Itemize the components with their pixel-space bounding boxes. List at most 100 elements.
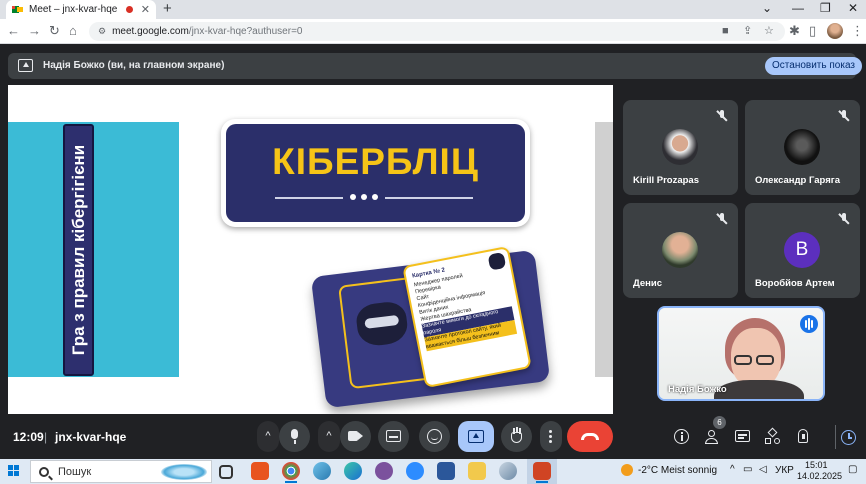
file-explorer-icon[interactable]	[468, 462, 486, 480]
glasses-left	[734, 355, 752, 365]
new-tab-button[interactable]: +	[163, 1, 172, 17]
participant-avatar-photo	[784, 129, 820, 165]
self-view-name: Надія Божко	[668, 384, 727, 395]
mic-muted-icon	[715, 109, 729, 123]
activities-icon[interactable]	[764, 427, 782, 446]
profile-avatar[interactable]	[827, 23, 843, 39]
leave-call-button[interactable]	[567, 421, 613, 452]
presenting-label: Надія Божко (ви, на главном экране)	[43, 60, 225, 71]
present-now-button[interactable]	[458, 421, 494, 452]
viber-taskbar-icon[interactable]	[375, 462, 393, 480]
restore-button[interactable]: ❐	[820, 0, 831, 19]
participant-name: Воробйов Артем	[755, 278, 835, 289]
tab-search-chevron-icon[interactable]: ⌄	[762, 0, 772, 19]
taskbar-time[interactable]: 15:01	[805, 460, 828, 470]
self-view-body	[714, 380, 804, 399]
edge-taskbar-icon[interactable]	[344, 462, 362, 480]
bottom-bar-divider	[835, 425, 836, 449]
camera-in-use-icon[interactable]: ■	[722, 22, 729, 41]
participant-tile[interactable]: Kirill Prozapas	[623, 100, 738, 195]
network-icon[interactable]: ▭	[743, 464, 752, 475]
camera-button[interactable]	[340, 421, 371, 452]
word-taskbar-icon[interactable]	[437, 462, 455, 480]
participant-name: Олександр Гаряга	[755, 175, 840, 186]
emoji-reactions-button[interactable]	[419, 421, 450, 452]
participant-name: Kirill Prozapas	[633, 175, 699, 186]
captions-button[interactable]	[378, 421, 409, 452]
self-view-tile[interactable]: Надія Божко	[657, 306, 825, 401]
notifications-icon[interactable]: ▢	[848, 464, 857, 475]
mic-muted-icon	[837, 109, 851, 123]
url-path: /jnx-kvar-hqe?authuser=0	[188, 26, 303, 37]
present-screen-icon	[18, 59, 33, 72]
meeting-clock: 12:09	[13, 430, 44, 444]
chrome-taskbar-icon[interactable]	[282, 462, 300, 483]
browser-tab-meet[interactable]: Meet – jnx-kvar-hqe ✕	[6, 0, 156, 19]
slide-vertical-title: Гра з правил кібергігієни	[69, 144, 88, 356]
participant-avatar-photo	[662, 232, 698, 268]
participant-tile[interactable]: В Воробйов Артем	[745, 203, 860, 298]
task-view-icon[interactable]	[219, 465, 233, 479]
title-dot	[350, 194, 356, 200]
people-icon[interactable]	[703, 428, 721, 446]
raise-hand-button[interactable]	[501, 421, 532, 452]
windows-start-icon[interactable]	[8, 465, 20, 477]
participant-tile[interactable]: Денис	[623, 203, 738, 298]
shared-screen-slide: Гра з правил кібергігієни КІБЕРБЛІЦ Карт…	[8, 85, 613, 414]
powerpoint-taskbar-icon[interactable]	[533, 462, 551, 483]
tab-title: Meet – jnx-kvar-hqe	[29, 4, 118, 15]
minimize-button[interactable]: —	[792, 0, 804, 19]
weather-text[interactable]: -2°C Meist sonnig	[638, 465, 717, 476]
windows-taskbar: Пошук -2°C Meist sonnig ^ ▭ ◁ УКР 15:01 …	[0, 459, 866, 484]
app-taskbar-icon[interactable]	[313, 462, 331, 480]
search-highlight-image	[161, 464, 207, 480]
chat-icon[interactable]	[734, 428, 752, 446]
browser-menu-icon[interactable]: ⋮	[851, 23, 864, 39]
tray-overflow-icon[interactable]: ^	[730, 464, 735, 475]
browser-tab-strip: Meet – jnx-kvar-hqe ✕ + ⌄ — ❐ ✕	[0, 0, 866, 19]
forward-icon[interactable]: →	[28, 23, 41, 39]
speaking-indicator-icon	[800, 315, 818, 333]
timer-icon[interactable]	[840, 428, 858, 446]
home-icon[interactable]: ⌂	[69, 23, 77, 39]
mic-muted-icon	[715, 212, 729, 226]
title-divider-right	[385, 197, 473, 199]
meeting-details-icon[interactable]	[673, 428, 691, 446]
reload-icon[interactable]: ↻	[49, 23, 60, 39]
microphone-button[interactable]	[279, 421, 310, 452]
participant-avatar-letter: В	[784, 232, 820, 268]
participant-tile[interactable]: Олександр Гаряга	[745, 100, 860, 195]
game-card-front: Картка № 2 Менеджер паролей Перевірка Сайт…	[402, 245, 532, 389]
taskbar-date[interactable]: 14.02.2025	[797, 471, 842, 481]
host-controls-icon[interactable]	[795, 428, 813, 446]
keyboard-language[interactable]: УКР	[775, 465, 794, 476]
volume-icon[interactable]: ◁	[759, 464, 767, 475]
share-page-icon[interactable]: ⇪	[743, 22, 752, 41]
slide-right-edge	[595, 122, 613, 377]
taskbar-search-box[interactable]: Пошук	[30, 460, 212, 483]
app-taskbar-icon[interactable]	[499, 462, 517, 480]
search-icon	[39, 466, 49, 477]
bookmark-star-icon[interactable]: ☆	[764, 22, 774, 41]
wps-office-icon[interactable]	[251, 462, 269, 480]
card-question-list: Менеджер паролей Перевірка Сайт Конфіденцій…	[413, 265, 518, 352]
back-icon[interactable]: ←	[7, 23, 20, 39]
title-dot	[361, 194, 367, 200]
video-options-chevron-icon[interactable]: ^	[318, 421, 340, 452]
more-options-button[interactable]	[540, 421, 562, 452]
weather-sun-icon	[621, 464, 633, 476]
clock-separator: |	[44, 430, 48, 444]
address-bar[interactable]: ⚙ meet.google.com /jnx-kvar-hqe?authuser…	[89, 22, 785, 41]
tab-close-icon[interactable]: ✕	[141, 3, 150, 16]
zoom-taskbar-icon[interactable]	[406, 462, 424, 480]
extensions-puzzle-icon[interactable]: ✱	[789, 23, 800, 39]
participant-name: Денис	[633, 278, 663, 289]
side-panel-icon[interactable]: ▯	[809, 23, 816, 39]
slide-main-title: КІБЕРБЛІЦ	[272, 141, 479, 182]
audio-options-chevron-icon[interactable]: ^	[257, 421, 279, 452]
presenting-banner: Надія Божко (ви, на главном экране) Оста…	[8, 53, 862, 79]
title-dot	[372, 194, 378, 200]
stop-presenting-button[interactable]: Остановить показ	[765, 57, 862, 75]
close-window-button[interactable]: ✕	[848, 0, 858, 19]
site-info-icon[interactable]: ⚙	[98, 26, 106, 37]
